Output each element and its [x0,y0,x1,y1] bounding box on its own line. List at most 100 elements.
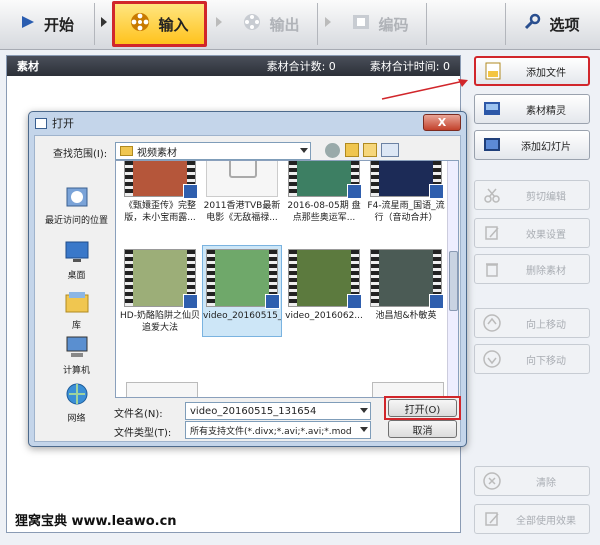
computer-icon [63,334,91,360]
file-name: video_20160515_131654 [203,311,281,321]
delete-material-label: 删除素材 [526,265,566,277]
apply-all-effects-label: 全部使用效果 [516,515,576,527]
scrollbar-thumb[interactable] [449,251,458,311]
start-label: 开始 [43,15,74,34]
filetype-value: 所有支持文件(*.divx;*.avi;*.avi;*.mod [190,426,352,437]
effect-settings-label: 效果设置 [526,229,566,241]
network-icon [63,382,91,408]
file-item-selected[interactable]: video_20160515_131654 [202,245,282,337]
file-list-scrollbar[interactable] [447,161,458,397]
video-file-icon [265,294,280,309]
file-item-partial[interactable] [126,382,198,397]
step-arrow [101,17,107,27]
film-reel-icon [243,13,261,35]
add-file-button[interactable]: 添加文件 [474,56,590,86]
move-up-label: 向上移动 [526,319,566,331]
file-item[interactable]: F4-流星雨_国语_流行（音动合并） [366,161,446,226]
file-item[interactable]: 池昌旭&朴敏英 [366,249,446,336]
place-desktop-label: 桌面 [67,271,86,281]
material-time: 素材合计时间: 0 [369,60,450,73]
video-file-icon [183,184,198,199]
panel-title: 素材 [17,60,39,73]
close-button[interactable]: X [423,114,461,131]
dialog-body: 查找范围(I): 视频素材 最近访问的位置 桌面 库 计算机 网络 《甄嬛歪传》… [34,135,461,442]
file-name: 2011香港TVB最新电影《无敌福禄... [203,201,281,223]
scissors-icon [481,186,503,204]
video-file-icon [347,294,362,309]
effect-settings-button[interactable]: 效果设置 [474,218,590,248]
wizard-icon [481,100,503,118]
desktop-icon [63,239,91,265]
video-file-icon [183,294,198,309]
back-icon[interactable] [325,143,340,158]
output-tab[interactable]: 输出 [226,3,318,45]
file-name: HD-奶酪陷阱之仙贝追爱大法 [120,311,200,333]
dialog-title: 打开 [52,117,74,130]
filename-value: video_20160515_131654 [190,405,317,417]
add-slideshow-button[interactable]: 添加幻灯片 [474,130,590,160]
place-desktop[interactable]: 桌面 [40,239,113,281]
apply-all-effects-button[interactable]: 全部使用效果 [474,504,590,534]
arrow-down-icon [481,350,503,368]
clear-label: 清除 [536,477,556,489]
add-file-label: 添加文件 [526,67,566,79]
up-folder-icon[interactable] [345,143,359,157]
add-slideshow-label: 添加幻灯片 [521,141,571,153]
filename-input[interactable]: video_20160515_131654 [185,402,371,420]
step-arrow [216,17,222,27]
move-up-button[interactable]: 向上移动 [474,308,590,338]
file-item[interactable]: 《甄嬛歪传》完整版，未小宝雨露... [120,161,200,226]
material-wizard-label: 素材精灵 [526,105,566,117]
lookin-label: 查找范围(I): [53,149,108,160]
cut-edit-button[interactable]: 剪切编辑 [474,180,590,210]
library-icon [63,289,91,315]
right-button-column: 添加文件 素材精灵 添加幻灯片 剪切编辑 效果设置 删除素材 向上移动 向下移动… [470,52,594,540]
file-name: 2016-08-05期 盘点那些奥运军... [287,201,361,223]
open-button[interactable]: 打开(O) [388,399,457,417]
start-tab[interactable]: 开始 [0,3,95,45]
place-library[interactable]: 库 [40,289,113,331]
arrow-up-icon [481,314,503,332]
options-label: 选项 [549,15,580,34]
new-folder-icon[interactable] [363,143,377,157]
lookin-select[interactable]: 视频素材 [115,142,311,160]
file-item[interactable]: HD-奶酪陷阱之仙贝追爱大法 [120,249,200,336]
add-file-icon [482,62,504,80]
input-tab[interactable]: 输入 [112,1,207,47]
file-item[interactable]: video_2016062... [284,249,364,336]
filename-label: 文件名(N): [114,409,163,420]
top-toolbar: 开始 输入 输出 编码 选项 [0,0,600,50]
filetype-select[interactable]: 所有支持文件(*.divx;*.avi;*.avi;*.mod [185,421,371,439]
effect-icon [481,224,503,242]
file-name: video_2016062... [285,311,363,321]
encode-tab[interactable]: 编码 [335,3,427,45]
file-item[interactable]: 2011香港TVB最新电影《无敌福禄... [202,161,282,226]
material-wizard-button[interactable]: 素材精灵 [474,94,590,124]
place-network[interactable]: 网络 [40,382,113,424]
slideshow-icon [481,136,503,154]
folder-icon [120,146,133,156]
move-down-button[interactable]: 向下移动 [474,344,590,374]
apply-effects-icon [481,510,503,528]
encode-label: 编码 [378,15,409,34]
delete-material-button[interactable]: 删除素材 [474,254,590,284]
file-list: 《甄嬛歪传》完整版，未小宝雨露... 2011香港TVB最新电影《无敌福禄...… [115,160,459,398]
view-menu-icon[interactable] [381,143,399,157]
options-tab[interactable]: 选项 [505,3,597,45]
file-item[interactable]: 2016-08-05期 盘点那些奥运军... [284,161,364,226]
play-icon [20,14,36,34]
dialog-app-icon [35,117,47,129]
clear-button[interactable]: 清除 [474,466,590,496]
material-header: 素材 素材合计数: 0 素材合计时间: 0 [7,56,460,76]
film-strip-icon [352,14,370,34]
watermark: 狸窝宝典 www.leawo.cn [15,514,177,529]
video-file-icon [429,294,444,309]
file-name: 《甄嬛歪传》完整版，未小宝雨露... [123,201,196,223]
generic-media-icon [229,161,257,178]
cancel-button[interactable]: 取消 [388,420,457,438]
place-recent[interactable]: 最近访问的位置 [40,184,113,226]
annotation-arrow [381,79,468,100]
filetype-label: 文件类型(T): [114,428,172,439]
place-computer[interactable]: 计算机 [40,334,113,376]
place-recent-label: 最近访问的位置 [44,216,108,226]
